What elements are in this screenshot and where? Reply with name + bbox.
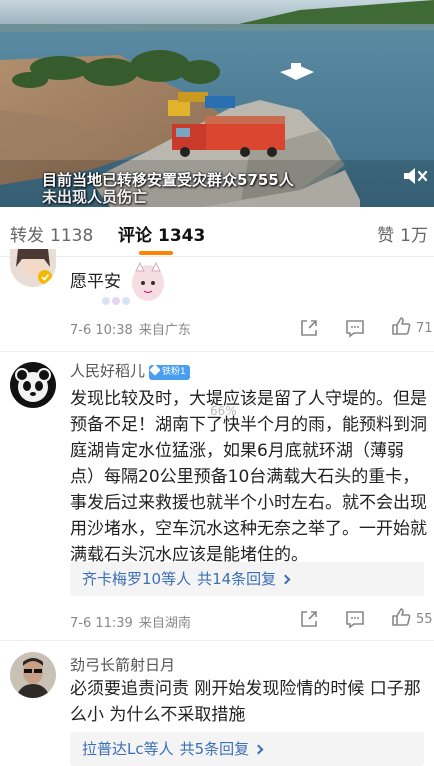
comment-meta: 7-6 10:38 来自广东: [70, 319, 191, 338]
comment-icon[interactable]: [344, 317, 366, 339]
replies-link[interactable]: 拉普达Lc等人 共5条回复: [70, 732, 424, 766]
avatar[interactable]: [10, 249, 56, 287]
replies-count: 共5条回复: [179, 740, 250, 758]
subtitle-line-1: 目前当地已转移安置受灾群众5755人: [42, 171, 294, 189]
share-icon[interactable]: [298, 317, 320, 339]
replies-users: 拉普达Lc等人: [82, 740, 174, 758]
comment-text: 发现比较及时，大堤应该是留了人守堤的。但是预备不足！湖南下了快半个月的雨，能预料…: [70, 389, 427, 565]
author-name: 人民好稻儿: [70, 362, 146, 380]
tab-comments[interactable]: 评论 1343: [118, 221, 205, 246]
tab-likes[interactable]: 赞 1万: [377, 221, 428, 246]
tab-comments-label: 评论: [118, 226, 152, 246]
author-name: 劲弓长箭射日月: [70, 656, 176, 674]
comment-author[interactable]: 人民好稻儿 铁粉1: [70, 360, 190, 381]
avatar[interactable]: [10, 652, 56, 698]
replies-link[interactable]: 齐卡梅罗10等人 共14条回复: [70, 562, 424, 596]
tab-comments-count: 1343: [158, 226, 206, 246]
interaction-tab-bar: 转发 1138 评论 1343 赞 1万: [0, 207, 434, 257]
chevron-right-icon: [280, 574, 291, 585]
tab-reposts-count: 1138: [50, 226, 94, 246]
video-player[interactable]: 目前当地已转移安置受灾群众5755人 未出现人员伤亡: [0, 0, 434, 207]
tab-reposts[interactable]: 转发 1138: [10, 221, 93, 246]
like-icon[interactable]: [390, 606, 412, 628]
like-count: 55: [416, 612, 433, 627]
comment-icon[interactable]: [344, 608, 366, 630]
speaker-muted-icon[interactable]: [402, 164, 430, 188]
comment-time: 7-6 10:38: [70, 323, 133, 338]
diamond-icon: [149, 364, 161, 376]
comment-time: 7-6 11:39: [70, 616, 133, 631]
replies-count: 共14条回复: [197, 570, 277, 588]
subtitle-line-2: 未出现人员伤亡: [42, 188, 148, 206]
tab-reposts-label: 转发: [10, 226, 44, 246]
comment-author[interactable]: 劲弓长箭射日月: [70, 654, 175, 675]
replies-users: 齐卡梅罗10等人: [82, 570, 192, 588]
tab-likes-count: 1万: [400, 226, 428, 246]
video-subtitle: 目前当地已转移安置受灾群众5755人 未出现人员伤亡: [42, 172, 294, 206]
comment-location: 来自广东: [138, 323, 191, 338]
chevron-right-icon: [253, 744, 264, 755]
avatar[interactable]: [10, 362, 56, 408]
comment-text: 必须要追责问责 刚开始发现险情的时候 口子那么小 为什么不采取措施: [70, 679, 421, 725]
divider: [0, 351, 434, 352]
fan-badge: 铁粉1: [149, 364, 190, 380]
like-count: 71: [416, 321, 433, 336]
like-icon[interactable]: [390, 315, 412, 337]
sticker-image: [102, 261, 164, 305]
zoom-watermark: 66%: [210, 404, 237, 418]
share-icon[interactable]: [298, 608, 320, 630]
comment-meta: 7-6 11:39 来自湖南: [70, 612, 191, 631]
tab-likes-label: 赞: [377, 226, 395, 246]
divider: [0, 640, 434, 641]
comment-location: 来自湖南: [138, 616, 191, 631]
active-tab-indicator: [139, 251, 173, 255]
fan-badge-label: 铁粉1: [162, 367, 186, 377]
